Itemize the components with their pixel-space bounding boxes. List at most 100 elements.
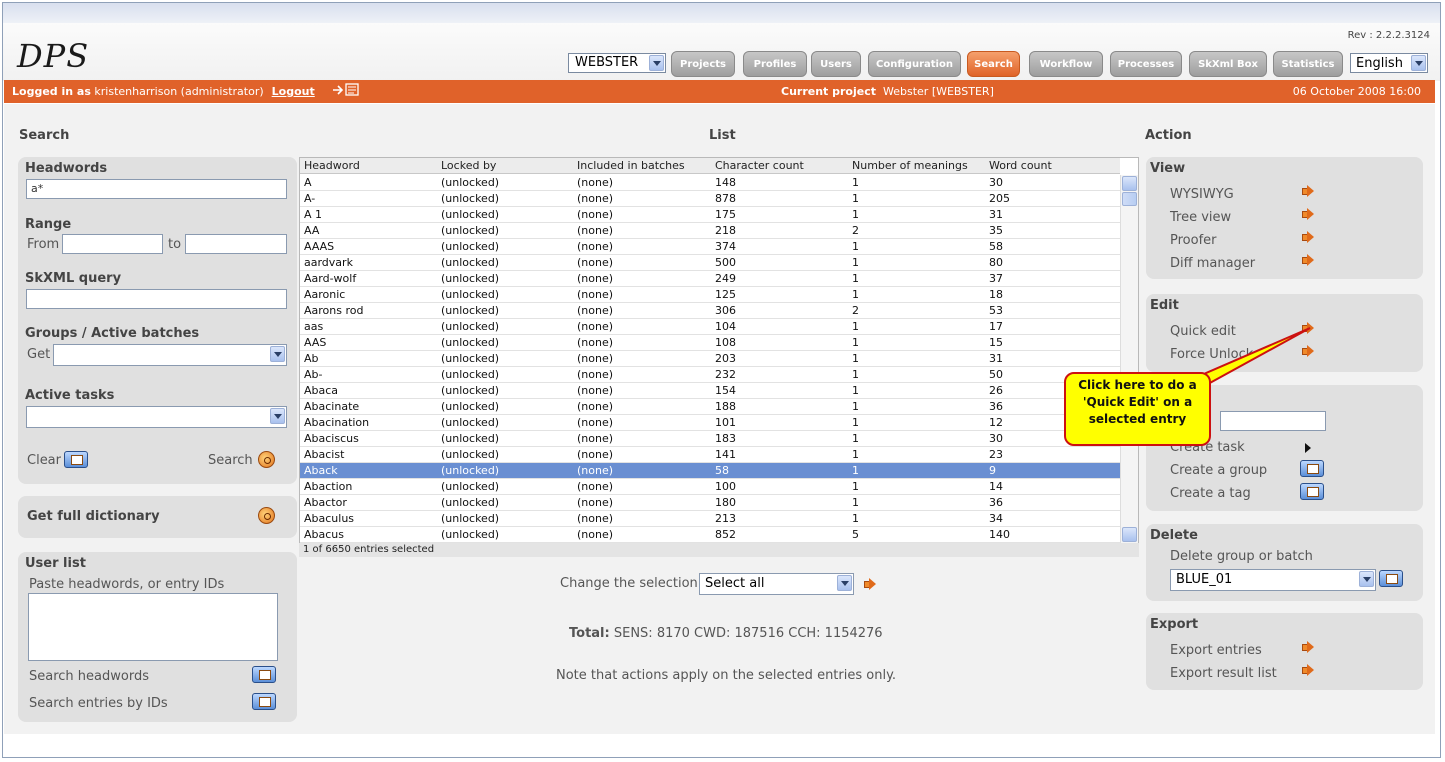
search-headwords-label[interactable]: Search headwords: [29, 669, 149, 684]
col-meanings[interactable]: Number of meanings: [852, 159, 968, 172]
search-headwords-icon[interactable]: [252, 666, 276, 683]
search-ids-label[interactable]: Search entries by IDs: [29, 696, 168, 711]
table-row[interactable]: aardvark (unlocked) (none) 500 1 80: [300, 255, 1120, 271]
create-tag[interactable]: Create a tag: [1170, 486, 1251, 501]
logout-link[interactable]: Logout: [272, 85, 315, 98]
table-row[interactable]: aas (unlocked) (none) 104 1 17: [300, 319, 1120, 335]
search-section-title: Search: [19, 128, 70, 143]
proofer-arrow-icon[interactable]: [1302, 231, 1314, 243]
col-batches[interactable]: Included in batches: [577, 159, 685, 172]
col-locked-by[interactable]: Locked by: [441, 159, 496, 172]
chevron-down-icon[interactable]: [1359, 571, 1374, 587]
table-row[interactable]: Abacus (unlocked) (none) 852 5 140: [300, 527, 1120, 543]
col-headword[interactable]: Headword: [304, 159, 360, 172]
chevron-down-icon[interactable]: [270, 408, 285, 424]
cell-word-count: 30: [989, 176, 1003, 189]
table-row[interactable]: Ab (unlocked) (none) 203 1 31: [300, 351, 1120, 367]
table-row[interactable]: Abaca (unlocked) (none) 154 1 26: [300, 383, 1120, 399]
range-from-input[interactable]: [62, 234, 163, 254]
change-selection-select[interactable]: Select all: [699, 573, 854, 595]
cell-locked-by: (unlocked): [441, 320, 500, 333]
table-row[interactable]: A- (unlocked) (none) 878 1 205: [300, 191, 1120, 207]
nav-workflow[interactable]: Workflow: [1029, 51, 1103, 77]
view-proofer[interactable]: Proofer: [1170, 233, 1217, 248]
search-icon[interactable]: [258, 451, 275, 468]
search-ids-icon[interactable]: [252, 693, 276, 710]
range-to-input[interactable]: [185, 234, 287, 254]
cell-batches: (none): [577, 224, 614, 237]
search-label[interactable]: Search: [208, 453, 253, 468]
tree-view-arrow-icon[interactable]: [1302, 208, 1314, 220]
chevron-down-icon[interactable]: [270, 346, 285, 362]
table-row[interactable]: AA (unlocked) (none) 218 2 35: [300, 223, 1120, 239]
col-char-count[interactable]: Character count: [715, 159, 804, 172]
table-row[interactable]: Abaciscus (unlocked) (none) 183 1 30: [300, 431, 1120, 447]
table-scrollbar[interactable]: [1120, 175, 1138, 543]
scroll-up-icon[interactable]: [1122, 176, 1137, 191]
headwords-input[interactable]: a*: [26, 179, 287, 199]
view-diff-manager[interactable]: Diff manager: [1170, 256, 1255, 271]
apply-selection-arrow-icon[interactable]: [864, 578, 876, 590]
table-row[interactable]: Abaction (unlocked) (none) 100 1 14: [300, 479, 1120, 495]
nav-statistics[interactable]: Statistics: [1273, 51, 1343, 77]
table-row[interactable]: Aarons rod (unlocked) (none) 306 2 53: [300, 303, 1120, 319]
nav-configuration[interactable]: Configuration: [868, 51, 961, 77]
view-tree[interactable]: Tree view: [1170, 210, 1231, 225]
full-dictionary-label[interactable]: Get full dictionary: [27, 509, 160, 524]
scroll-down-icon[interactable]: [1122, 527, 1137, 542]
table-row[interactable]: AAAS (unlocked) (none) 374 1 58: [300, 239, 1120, 255]
table-row[interactable]: Abactor (unlocked) (none) 180 1 36: [300, 495, 1120, 511]
project-select-value: WEBSTER: [575, 55, 639, 70]
wysiwyg-arrow-icon[interactable]: [1302, 185, 1314, 197]
chevron-down-icon[interactable]: [837, 575, 852, 591]
nav-skxml-box[interactable]: SkXml Box: [1189, 51, 1267, 77]
active-tasks-select[interactable]: [26, 406, 287, 428]
table-row[interactable]: Aaronic (unlocked) (none) 125 1 18: [300, 287, 1120, 303]
nav-processes[interactable]: Processes: [1110, 51, 1182, 77]
nav-users[interactable]: Users: [811, 51, 861, 77]
nav-profiles[interactable]: Profiles: [743, 51, 807, 77]
groups-select[interactable]: [53, 344, 287, 366]
create-tag-icon[interactable]: [1300, 483, 1324, 500]
clear-label[interactable]: Clear: [27, 453, 61, 468]
table-row[interactable]: Abaculus (unlocked) (none) 213 1 34: [300, 511, 1120, 527]
create-name-input[interactable]: [1220, 411, 1326, 431]
project-select[interactable]: WEBSTER: [568, 53, 666, 73]
export-result-list[interactable]: Export result list: [1170, 666, 1277, 681]
create-group-icon[interactable]: [1300, 460, 1324, 477]
nav-search[interactable]: Search: [967, 51, 1020, 77]
skxml-query-input[interactable]: [26, 289, 287, 309]
full-dictionary-search-icon[interactable]: [258, 507, 275, 524]
diff-manager-arrow-icon[interactable]: [1302, 254, 1314, 266]
scroll-thumb[interactable]: [1122, 192, 1137, 206]
table-row[interactable]: A 1 (unlocked) (none) 175 1 31: [300, 207, 1120, 223]
export-entries-arrow-icon[interactable]: [1302, 641, 1314, 653]
exit-icon[interactable]: [332, 83, 360, 97]
table-row[interactable]: Aard-wolf (unlocked) (none) 249 1 37: [300, 271, 1120, 287]
cell-word-count: 17: [989, 320, 1003, 333]
language-select[interactable]: English: [1350, 53, 1428, 73]
delete-group-select[interactable]: BLUE_01: [1170, 569, 1376, 591]
table-row[interactable]: AAS (unlocked) (none) 108 1 15: [300, 335, 1120, 351]
chevron-down-icon[interactable]: [649, 55, 664, 71]
create-task-play-icon[interactable]: [1305, 443, 1311, 453]
table-row[interactable]: Ab- (unlocked) (none) 232 1 50: [300, 367, 1120, 383]
chevron-down-icon[interactable]: [1411, 55, 1426, 71]
table-row[interactable]: Abacinate (unlocked) (none) 188 1 36: [300, 399, 1120, 415]
view-wysiwyg[interactable]: WYSIWYG: [1170, 187, 1234, 202]
table-row[interactable]: Abacination (unlocked) (none) 101 1 12: [300, 415, 1120, 431]
cell-locked-by: (unlocked): [441, 208, 500, 221]
delete-icon[interactable]: [1379, 570, 1403, 587]
nav-projects[interactable]: Projects: [671, 51, 735, 77]
table-row[interactable]: Abacist (unlocked) (none) 141 1 23: [300, 447, 1120, 463]
export-result-arrow-icon[interactable]: [1302, 664, 1314, 676]
user-list-textarea[interactable]: [28, 593, 278, 661]
table-row[interactable]: A (unlocked) (none) 148 1 30: [300, 175, 1120, 191]
cell-char-count: 125: [715, 288, 736, 301]
export-entries[interactable]: Export entries: [1170, 643, 1262, 658]
col-word-count[interactable]: Word count: [989, 159, 1052, 172]
clear-icon[interactable]: [64, 451, 88, 468]
cell-word-count: 37: [989, 272, 1003, 285]
create-group[interactable]: Create a group: [1170, 463, 1267, 478]
table-row[interactable]: Aback (unlocked) (none) 58 1 9: [300, 463, 1120, 479]
